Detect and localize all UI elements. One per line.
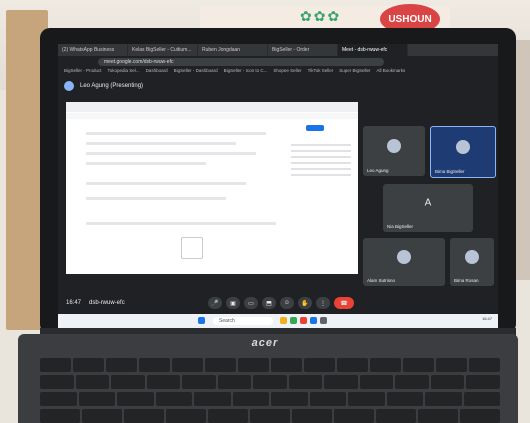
- browser-tab-strip: (2) WhatsApp Business Kelas BigSeller - …: [58, 44, 498, 56]
- participant-name: Nia BigSeller: [387, 224, 414, 229]
- more-options-button[interactable]: ⋮: [316, 297, 330, 309]
- keyboard-row: [40, 409, 500, 423]
- bookmarks-bar: BigSeller - Product Tokopedia Sel... Das…: [58, 68, 498, 76]
- participant-name: Alam Sutrisno: [367, 278, 396, 283]
- bookmark-item[interactable]: Dashboard: [146, 68, 168, 76]
- participant-name: Leo Agung: [367, 168, 389, 173]
- browser-tab[interactable]: Kelas BigSeller - Cuitium...: [128, 44, 198, 56]
- folder-icon[interactable]: [280, 317, 287, 324]
- keyboard-row: [40, 358, 500, 372]
- bookmark-item[interactable]: BigSeller - Product: [64, 68, 102, 76]
- address-row: meet.google.com/dsb-rwuw-efc: [58, 56, 498, 68]
- browser-tab[interactable]: (2) WhatsApp Business: [58, 44, 128, 56]
- document-icon: [181, 237, 203, 259]
- participant-tile[interactable]: Alam Sutrisno: [363, 238, 445, 286]
- meeting-code: dsb-rwuw-efc: [89, 300, 125, 306]
- chrome-icon[interactable]: [300, 317, 307, 324]
- reactions-button[interactable]: ☺: [280, 297, 294, 309]
- participant-tile[interactable]: Bima Rosan: [450, 238, 494, 286]
- present-button[interactable]: ⬒: [262, 297, 276, 309]
- taskbar-search[interactable]: Search: [213, 317, 273, 325]
- shared-form-line: [86, 152, 256, 155]
- participant-photo: [397, 250, 411, 265]
- browser-tab-active[interactable]: Meet - dsb-rwuw-efc: [338, 44, 408, 56]
- meet-control-bar: 16:47 dsb-rwuw-efc: [58, 292, 498, 314]
- bookmark-item[interactable]: Tokopedia Sel...: [108, 68, 140, 76]
- app-icon[interactable]: [320, 317, 327, 324]
- windows-taskbar: [58, 314, 498, 328]
- meet-header: Leo Agung (Presenting): [58, 76, 498, 96]
- participant-name: Bima BigSeller: [435, 169, 465, 174]
- browser-tab[interactable]: BigSeller - Order: [268, 44, 338, 56]
- captions-button[interactable]: ▭: [244, 297, 258, 309]
- windows-start-icon[interactable]: [198, 317, 205, 324]
- app-icon[interactable]: [310, 317, 317, 324]
- shared-browser-tabs: [66, 102, 358, 112]
- shared-address-bar: [66, 113, 358, 119]
- bookmark-item[interactable]: All Bookmarks: [377, 68, 406, 76]
- participant-tile[interactable]: A Nia BigSeller: [383, 184, 473, 232]
- meeting-time: 16:47: [66, 300, 82, 306]
- participant-initial: A: [424, 197, 432, 209]
- bookmark-item[interactable]: BigSeller - Dashboard: [174, 68, 218, 76]
- mic-button[interactable]: 🎤: [208, 297, 222, 309]
- laptop-logo: acer: [251, 337, 279, 349]
- browser-tab[interactable]: Ruben Jongdaan: [198, 44, 268, 56]
- participant-photo: [456, 140, 470, 154]
- end-call-button[interactable]: ☎: [334, 297, 354, 309]
- camera-button[interactable]: ▣: [226, 297, 240, 309]
- shared-form-line: [86, 132, 266, 135]
- shared-blue-button: [306, 125, 324, 131]
- taskbar-clock: 16:47: [481, 316, 492, 321]
- raise-hand-button[interactable]: ✋: [298, 297, 312, 309]
- shared-form-line: [86, 182, 246, 185]
- address-bar[interactable]: meet.google.com/dsb-rwuw-efc: [98, 58, 384, 66]
- bookmark-item[interactable]: Shopee Seller: [273, 68, 301, 76]
- shared-form-line: [86, 222, 276, 225]
- laptop-screen: (2) WhatsApp Business Kelas BigSeller - …: [58, 44, 498, 328]
- shared-screen: [66, 102, 358, 274]
- presenter-avatar: [64, 81, 74, 91]
- keyboard-row: [40, 375, 500, 389]
- shared-form-line: [86, 197, 226, 200]
- shared-form-line: [86, 162, 206, 165]
- bookmark-item[interactable]: BigSeller - Icon to C...: [224, 68, 268, 76]
- participant-photo: [387, 139, 401, 153]
- shared-side-panel: [291, 144, 351, 180]
- poster-illustration: ✿✿✿: [300, 8, 342, 24]
- bookmark-item[interactable]: Super BigSeller: [339, 68, 370, 76]
- participant-tile[interactable]: Leo Agung: [363, 126, 425, 176]
- participant-tile-active[interactable]: Bima BigSeller: [430, 126, 496, 178]
- presenter-label: Leo Agung (Presenting): [80, 83, 144, 89]
- participant-photo: [465, 250, 479, 265]
- keyboard-row: [40, 392, 500, 406]
- app-icon[interactable]: [290, 317, 297, 324]
- participant-name: Bima Rosan: [454, 278, 479, 283]
- shared-form-line: [86, 142, 236, 145]
- bookmark-item[interactable]: TikTok Seller: [308, 68, 334, 76]
